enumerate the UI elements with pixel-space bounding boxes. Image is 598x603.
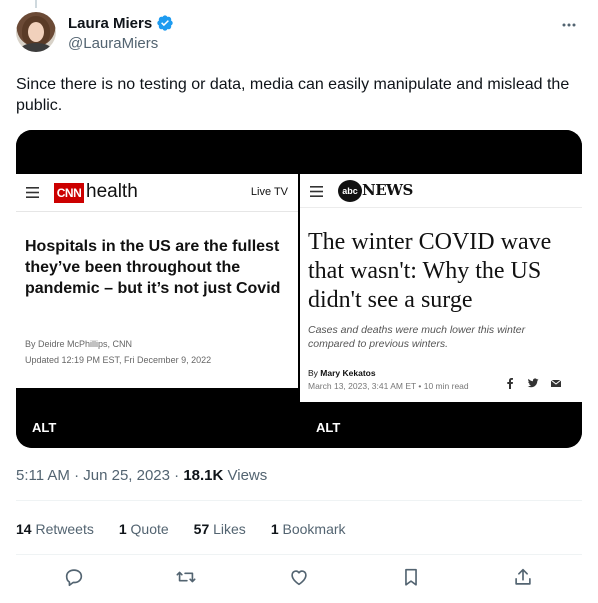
stat-count: 1 <box>118 521 127 537</box>
abc-date: March 13, 2023, 3:41 AM ET • 10 min read <box>308 381 469 391</box>
avatar[interactable] <box>16 12 56 52</box>
cnn-updated: Updated 12:19 PM EST, Fri December 9, 20… <box>25 355 212 365</box>
timestamp[interactable]: 5:11 AM · Jun 25, 2023 · <box>16 467 183 484</box>
alt-badge[interactable]: ALT <box>32 420 56 435</box>
retweet-icon[interactable] <box>175 566 197 588</box>
alt-badge[interactable]: ALT <box>316 420 340 435</box>
abc-headline: The winter COVID wave that wasn't: Why t… <box>308 229 552 313</box>
media-grid: CNN health Live TV Hospitals in the US a… <box>16 130 582 448</box>
abc-byline: By Mary Kekatos <box>308 368 376 378</box>
like-icon[interactable] <box>288 566 310 588</box>
stat-label: Quote <box>130 521 169 537</box>
stat-label: Likes <box>213 521 246 537</box>
stat-label: Retweets <box>35 521 94 537</box>
thread-line <box>35 0 37 8</box>
media-image-abc[interactable]: abc NEWS The winter COVID wave that wasn… <box>300 130 582 448</box>
stat-count: 14 <box>16 521 32 537</box>
engagement-stats: 14 Retweets 1 Quote 57 Likes 1 Bookmark <box>16 521 350 537</box>
abc-byline-name: Mary Kekatos <box>320 368 376 378</box>
views-label: Views <box>223 467 268 484</box>
tweet-header: Laura Miers @LauraMiers <box>16 12 582 56</box>
abc-nav-bar: abc NEWS <box>300 174 582 208</box>
cnn-article-screenshot: CNN health Live TV Hospitals in the US a… <box>16 174 298 388</box>
tweet-meta: 5:11 AM · Jun 25, 2023 · 18.1K Views <box>16 467 267 484</box>
abc-subheadline: Cases and deaths were much lower this wi… <box>308 324 526 350</box>
abc-article-screenshot: abc NEWS The winter COVID wave that wasn… <box>300 174 582 402</box>
handle[interactable]: @LauraMiers <box>68 35 158 52</box>
retweets-stat[interactable]: 14 Retweets <box>16 521 98 537</box>
divider <box>16 554 582 555</box>
more-icon[interactable] <box>560 16 578 34</box>
cnn-headline: Hospitals in the US are the fullest they… <box>25 238 281 297</box>
stat-count: 57 <box>193 521 210 537</box>
cnn-logo: CNN <box>54 183 84 203</box>
quotes-stat[interactable]: 1 Quote <box>119 521 173 537</box>
facebook-icon <box>507 378 513 389</box>
share-icon[interactable] <box>512 566 534 588</box>
views-count: 18.1K <box>183 467 224 484</box>
verified-icon <box>156 14 174 32</box>
stat-label: Bookmark <box>282 521 346 537</box>
reply-icon[interactable] <box>63 566 85 588</box>
action-bar <box>0 566 598 592</box>
cnn-byline: By Deidre McPhillips, CNN <box>25 339 133 349</box>
cnn-section-label: health <box>86 181 138 202</box>
twitter-bird-icon <box>527 378 539 388</box>
media-image-cnn[interactable]: CNN health Live TV Hospitals in the US a… <box>16 130 298 448</box>
abc-site-name: NEWS <box>362 181 413 199</box>
abc-logo: abc <box>338 180 362 202</box>
stat-count: 1 <box>270 521 279 537</box>
live-tv-link: Live TV <box>250 186 288 198</box>
likes-stat[interactable]: 57 Likes <box>194 521 250 537</box>
name-row: Laura Miers <box>68 14 174 32</box>
bookmark-icon[interactable] <box>400 566 422 588</box>
hamburger-icon <box>310 186 323 197</box>
tweet-text: Since there is no testing or data, media… <box>16 76 570 114</box>
hamburger-icon <box>26 187 39 198</box>
divider <box>16 500 582 501</box>
abc-byline-prefix: By <box>308 368 318 378</box>
cnn-nav-bar: CNN health Live TV <box>16 174 298 212</box>
email-icon <box>550 379 562 387</box>
display-name[interactable]: Laura Miers <box>68 15 152 32</box>
bookmarks-stat[interactable]: 1 Bookmark <box>271 521 350 537</box>
